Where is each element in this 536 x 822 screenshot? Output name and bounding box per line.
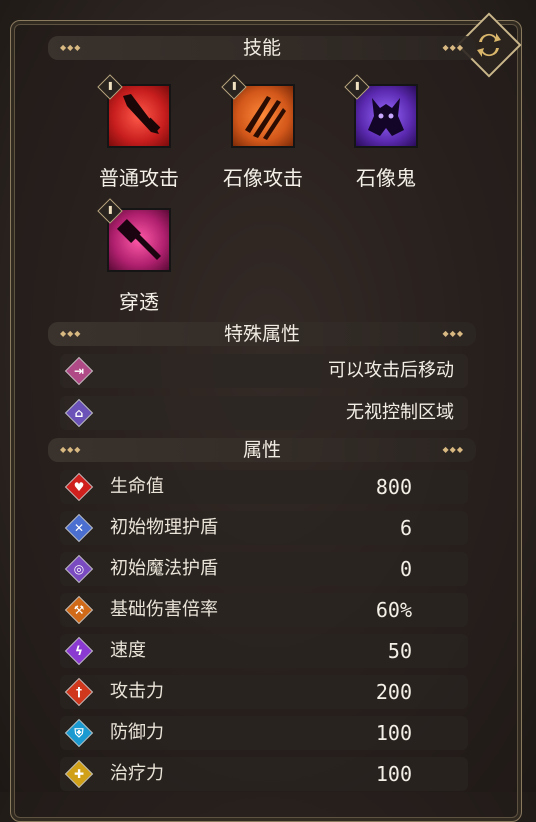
stat-name: 速度 [110, 640, 146, 661]
stat-name: 生命值 [110, 476, 164, 497]
skill-label: 普通攻击 [99, 166, 179, 190]
special-trait-row[interactable]: ⌂ 无视控制区域 [60, 396, 468, 430]
stat-row-defense: ⛨ 防御力 100 [60, 716, 468, 750]
claw-icon [231, 84, 295, 148]
move-after-attack-icon: ⇥ [64, 356, 94, 386]
heal-icon: ✚ [64, 759, 94, 789]
stat-name: 初始魔法护盾 [110, 558, 218, 579]
stat-value: 100 [375, 762, 412, 786]
attributes-section-title: 属性 [242, 439, 281, 461]
stat-name: 防御力 [110, 722, 164, 743]
stat-value: 50 [387, 639, 412, 663]
header-ornament-right: ◆◆◆ [442, 445, 464, 454]
stat-row-hp: ♥ 生命值 800 [60, 470, 468, 504]
damage-multiplier-icon: ⚒ [64, 595, 94, 625]
stat-row-damage-multiplier: ⚒ 基础伤害倍率 60% [60, 593, 468, 627]
skill-label: 穿透 [119, 290, 159, 314]
attributes-section-header: ◆◆◆ 属性 ◆◆◆ [48, 438, 476, 462]
skill-label: 石像攻击 [223, 166, 303, 190]
stat-name: 治疗力 [110, 763, 164, 784]
special-trait-row[interactable]: ⇥ 可以攻击后移动 [60, 354, 468, 388]
stat-value: 200 [375, 680, 412, 704]
header-ornament-right: ◆◆◆ [442, 329, 464, 338]
sword-icon [107, 84, 171, 148]
stat-name: 基础伤害倍率 [110, 599, 218, 620]
stat-row-magic-shield: ◎ 初始魔法护盾 0 [60, 552, 468, 586]
skills-section-header: ◆◆◆ 技能 ◆◆◆ [48, 36, 476, 60]
stat-value: 100 [375, 721, 412, 745]
gargoyle-icon [354, 84, 418, 148]
stat-value: 800 [375, 475, 412, 499]
stat-value: 6 [399, 516, 412, 540]
special-section-header: ◆◆◆ 特殊属性 ◆◆◆ [48, 322, 476, 346]
stat-row-physical-shield: ✕ 初始物理护盾 6 [60, 511, 468, 545]
stat-row-heal: ✚ 治疗力 100 [60, 757, 468, 791]
stat-name: 初始物理护盾 [110, 517, 218, 538]
stat-value: 0 [399, 557, 412, 581]
defense-icon: ⛨ [64, 718, 94, 748]
physical-shield-icon: ✕ [64, 513, 94, 543]
special-section-title: 特殊属性 [223, 323, 300, 345]
stat-value: 60% [375, 598, 412, 622]
stat-name: 攻击力 [110, 681, 164, 702]
hammer-icon [107, 208, 171, 272]
speed-icon: ϟ [64, 636, 94, 666]
skills-section-title: 技能 [242, 37, 281, 59]
stat-row-attack: † 攻击力 200 [60, 675, 468, 709]
ignore-zoc-icon: ⌂ [64, 398, 94, 428]
header-ornament-right: ◆◆◆ [442, 43, 464, 52]
skill-label: 石像鬼 [356, 166, 416, 190]
attack-icon: † [64, 677, 94, 707]
swap-arrows-icon [477, 33, 501, 57]
magic-shield-icon: ◎ [64, 554, 94, 584]
special-trait-text: 无视控制区域 [346, 402, 454, 423]
special-trait-text: 可以攻击后移动 [328, 360, 454, 381]
heart-icon: ♥ [64, 472, 94, 502]
stat-row-speed: ϟ 速度 50 [60, 634, 468, 668]
